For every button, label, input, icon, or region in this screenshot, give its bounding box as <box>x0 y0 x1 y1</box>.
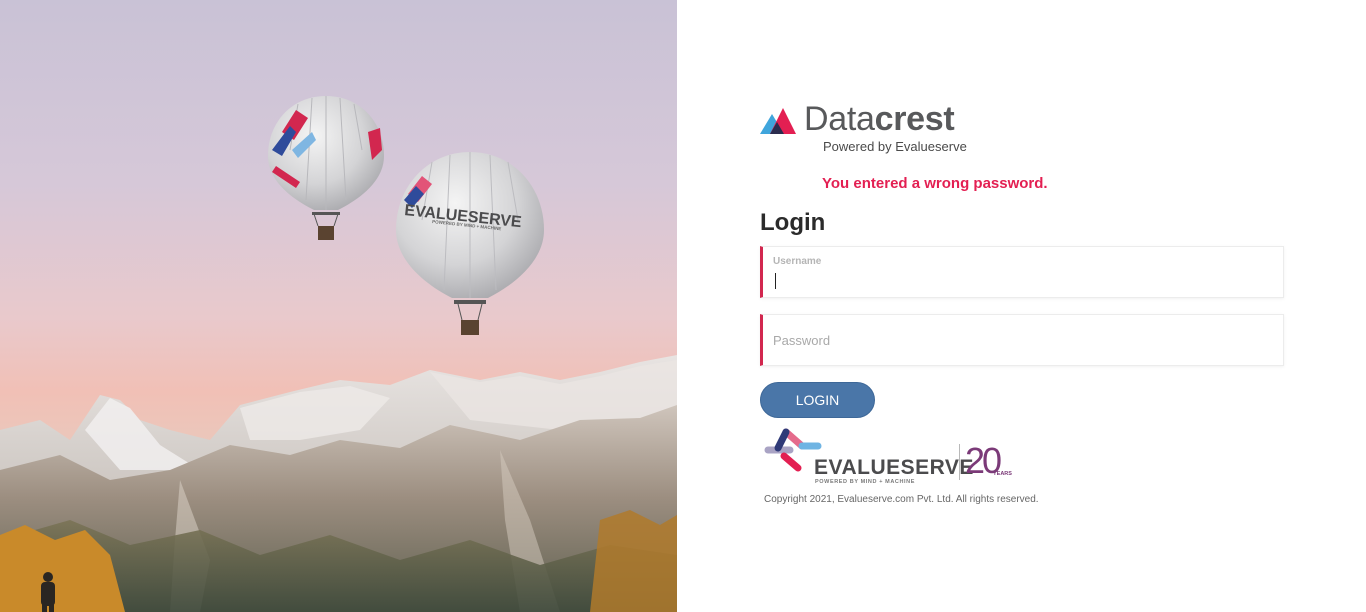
login-button[interactable]: LOGIN <box>760 382 875 418</box>
evalueserve-wordmark: EVALUESERVE <box>814 456 974 479</box>
error-message: You entered a wrong password. <box>822 175 1048 192</box>
brand-name-light: Data <box>804 100 875 138</box>
small-balloon <box>268 96 384 240</box>
anniversary-unit: YEARS <box>993 471 1012 477</box>
evalueserve-tagline: POWERED BY MIND + MACHINE <box>815 479 916 485</box>
username-label: Username <box>773 256 822 267</box>
password-field[interactable] <box>760 314 1284 366</box>
brand-name: Datacrest <box>804 100 955 138</box>
hero-illustration: EVALUESERVE POWERED BY MIND + MACHINE <box>0 96 677 612</box>
autumn-trees-2 <box>590 510 677 612</box>
login-title: Login <box>760 209 826 236</box>
brand-tagline: Powered by Evalueserve <box>823 139 967 154</box>
text-caret <box>775 273 776 289</box>
logo-divider <box>959 444 960 480</box>
datacrest-mark-icon <box>760 108 796 134</box>
evalueserve-20-years-logo: EVALUESERVE POWERED BY MIND + MACHINE 20… <box>764 426 1029 490</box>
brand-name-bold: crest <box>874 100 955 138</box>
password-input[interactable] <box>763 315 1283 365</box>
login-panel: Datacrest Powered by Evalueserve You ent… <box>677 0 1366 612</box>
evalueserve-balloon: EVALUESERVE POWERED BY MIND + MACHINE <box>396 152 544 335</box>
copyright-text: Copyright 2021, Evalueserve.com Pvt. Ltd… <box>764 494 1039 505</box>
datacrest-logo: Datacrest Powered by Evalueserve <box>760 100 1020 158</box>
hero-image: EVALUESERVE POWERED BY MIND + MACHINE <box>0 0 677 612</box>
username-field[interactable]: Username <box>760 246 1284 298</box>
